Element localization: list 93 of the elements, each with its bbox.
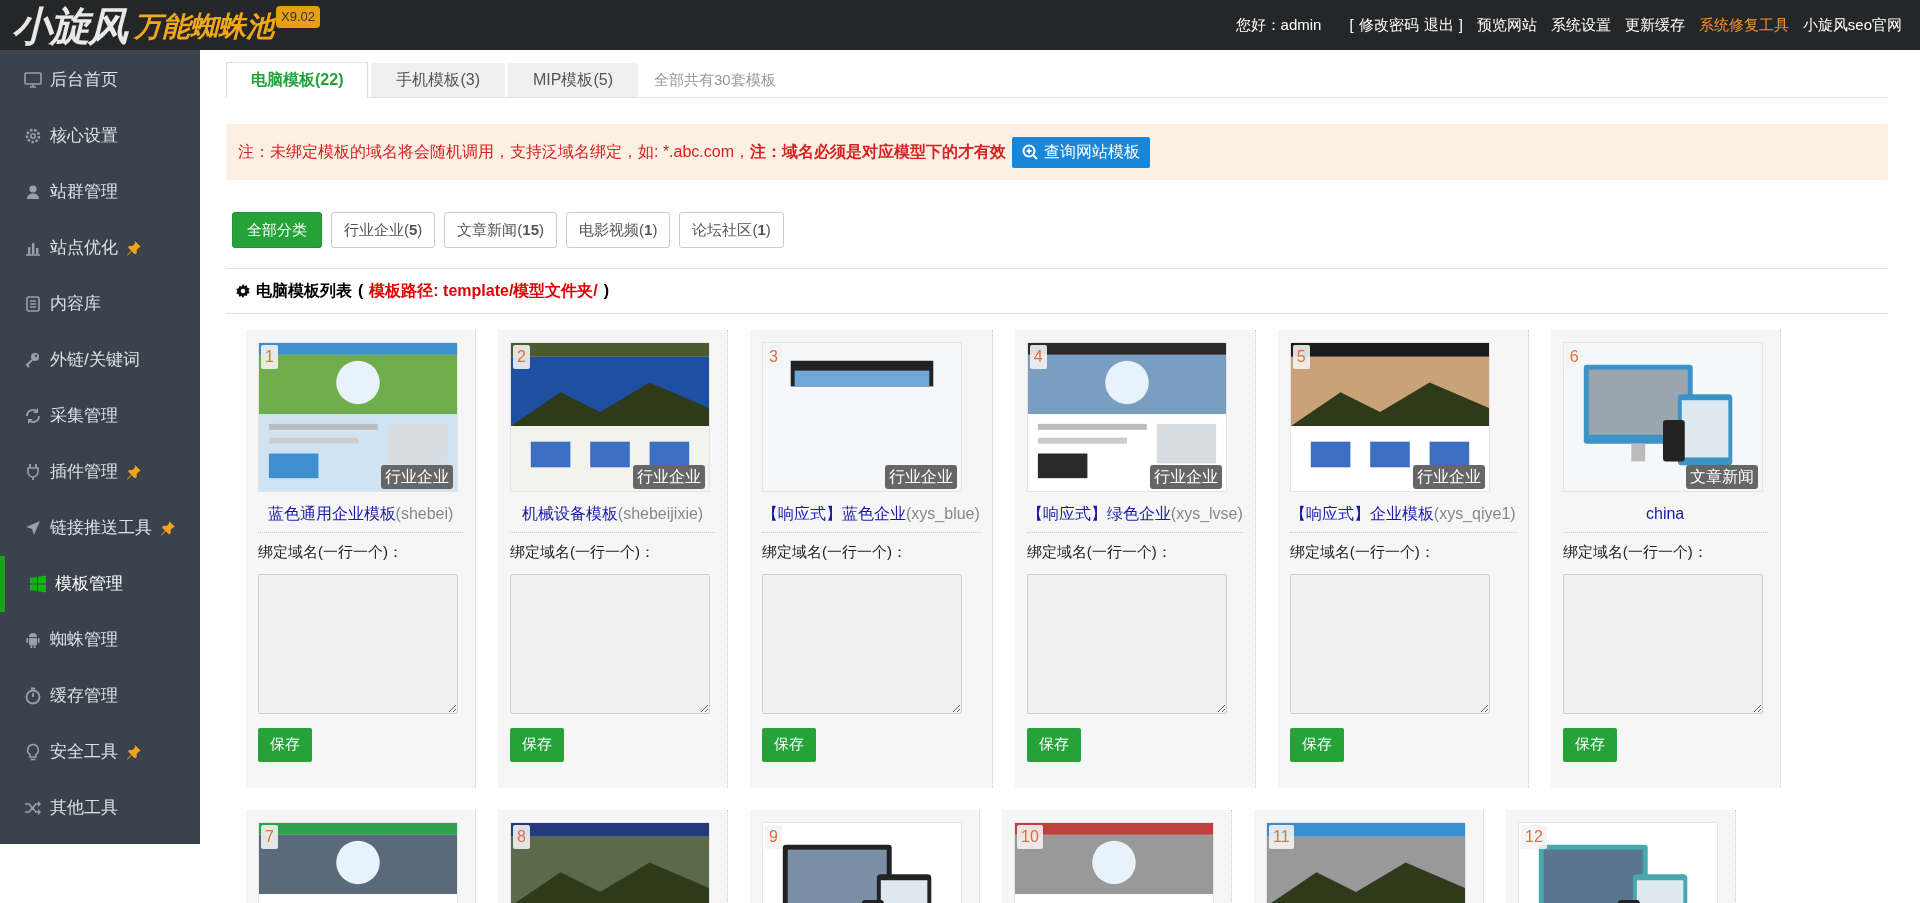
field-label: 绑定域名(一行一个)： <box>1026 542 1173 562</box>
domain-field[interactable] <box>258 573 458 714</box>
gear-icon <box>24 127 42 145</box>
paren-text: ) <box>603 281 610 301</box>
template-name[interactable]: 蓝色通用企业模板 <box>267 505 396 522</box>
category-filter[interactable]: 行业企业(5) <box>331 212 436 248</box>
template-code: (xys_lvse) <box>1170 505 1243 522</box>
sidebar-item[interactable]: 外链/关键词 <box>0 332 200 388</box>
sidebar-item[interactable]: 站点优化 <box>0 220 200 276</box>
sidebar-item[interactable]: 安全工具 <box>0 724 200 780</box>
account-link[interactable]: 修改密码 <box>1358 13 1419 37</box>
lightbulb-icon <box>24 743 42 761</box>
logo-subtitle: 万能蜘蛛池 <box>134 10 274 44</box>
category-badge: 行业企业 <box>1149 465 1222 489</box>
number-badge: 9 <box>765 824 782 849</box>
field-label: 绑定域名(一行一个)： <box>1289 542 1436 562</box>
nav-link[interactable]: 预览网站 <box>1476 13 1537 37</box>
gear-icon <box>236 284 250 298</box>
number-badge: 2 <box>513 345 530 369</box>
template-code: (xys_blue) <box>906 505 980 522</box>
plug-icon <box>24 463 42 481</box>
template-total: 全部共有30套模板 <box>654 69 776 90</box>
template-name[interactable]: 【响应式】绿色企业 <box>1026 505 1171 522</box>
search-templates-button[interactable]: 查询网站模板 <box>1012 136 1151 168</box>
sidebar-item[interactable]: 缓存管理 <box>0 668 200 724</box>
category-filter[interactable]: 论坛社区(1) <box>679 212 784 248</box>
monitor-icon <box>24 71 42 89</box>
category-badge: 行业企业 <box>381 465 453 489</box>
windows-icon <box>29 575 47 593</box>
field-label: 绑定域名(一行一个)： <box>762 542 908 562</box>
field-label: 绑定域名(一行一个)： <box>1562 542 1709 562</box>
domain-field[interactable] <box>1026 573 1227 714</box>
template-path: 模板路径: template/模型文件夹/ <box>369 281 598 301</box>
domain-field[interactable] <box>510 573 710 714</box>
bracket-text: ] <box>1458 14 1463 35</box>
category-filter[interactable]: 文章新闻(15) <box>444 212 558 248</box>
logo-title: 小旋风 <box>12 4 126 48</box>
sidebar-item[interactable]: 核心设置 <box>0 108 200 164</box>
template-name[interactable]: china <box>1646 505 1685 522</box>
sidebar-item[interactable]: 蜘蛛管理 <box>0 612 200 668</box>
number-badge: 10 <box>1017 824 1043 849</box>
category-badge: 行业企业 <box>633 465 705 489</box>
number-badge: 7 <box>261 824 278 849</box>
template-code: (shebeijixie) <box>617 505 704 522</box>
person-icon <box>24 183 42 201</box>
sidebar-item[interactable]: 采集管理 <box>0 388 200 444</box>
refresh-icon <box>24 407 42 425</box>
number-badge: 11 <box>1269 824 1294 849</box>
category-badge: 行业企业 <box>885 465 957 489</box>
domain-field[interactable] <box>762 573 962 714</box>
greeting-text: 您好：admin <box>1235 14 1322 35</box>
account-link[interactable]: 退出 <box>1423 13 1454 37</box>
document-icon <box>24 295 42 313</box>
nav-link[interactable]: 系统修复工具 <box>1698 13 1789 37</box>
sidebar-item[interactable]: 链接推送工具 <box>0 500 200 556</box>
template-name[interactable]: 机械设备模板 <box>521 505 618 522</box>
field-label: 绑定域名(一行一个)： <box>510 542 656 562</box>
nav-link[interactable]: 更新缓存 <box>1624 13 1685 37</box>
sidebar-item[interactable]: 模板管理 <box>0 556 200 612</box>
domain-field[interactable] <box>1289 573 1490 714</box>
number-badge: 3 <box>765 345 782 369</box>
sidebar-item[interactable]: 内容库 <box>0 276 200 332</box>
template-code: (xys_qiye1) <box>1433 505 1516 522</box>
tab[interactable]: 手机模板(3) <box>371 63 505 97</box>
robot-icon <box>24 631 42 649</box>
search-icon <box>1022 144 1039 160</box>
sidebar-item[interactable]: 站群管理 <box>0 164 200 220</box>
number-badge: 12 <box>1521 824 1547 849</box>
category-filter[interactable]: 电影视频(1) <box>566 212 671 248</box>
number-badge: 8 <box>513 824 530 849</box>
section-title: 电脑模板列表 <box>256 281 352 301</box>
sidebar-item[interactable]: 后台首页 <box>0 52 200 108</box>
category-badge: 文章新闻 <box>1685 465 1758 489</box>
template-name[interactable]: 【响应式】企业模板 <box>1289 505 1434 522</box>
template-code: (shebei) <box>395 505 454 522</box>
key-icon <box>24 351 42 369</box>
arrow-icon <box>24 519 42 537</box>
nav-link[interactable]: 小旋风seo官网 <box>1802 13 1902 37</box>
nav-link[interactable]: 系统设置 <box>1550 13 1611 37</box>
domain-field[interactable] <box>1562 573 1763 714</box>
field-label: 绑定域名(一行一个)： <box>258 542 404 562</box>
tab[interactable]: MIP模板(5) <box>508 63 638 97</box>
category-badge: 行业企业 <box>1412 465 1485 489</box>
sidebar-item[interactable]: 插件管理 <box>0 444 200 500</box>
sidebar-item[interactable]: 其他工具 <box>0 780 200 836</box>
paren-text: ( <box>358 281 364 301</box>
version-badge: X9.02 <box>276 6 320 28</box>
number-badge: 1 <box>261 345 278 369</box>
shuffle-icon <box>24 799 42 817</box>
bracket-text: [ <box>1349 14 1354 35</box>
stopwatch-icon <box>24 687 42 705</box>
template-name[interactable]: 【响应式】蓝色企业 <box>762 505 906 522</box>
notice-text: 注：未绑定模板的域名将会随机调用，支持泛域名绑定，如: *.abc.com，注：域名必须是对应模型下的才有效 <box>238 142 1007 162</box>
